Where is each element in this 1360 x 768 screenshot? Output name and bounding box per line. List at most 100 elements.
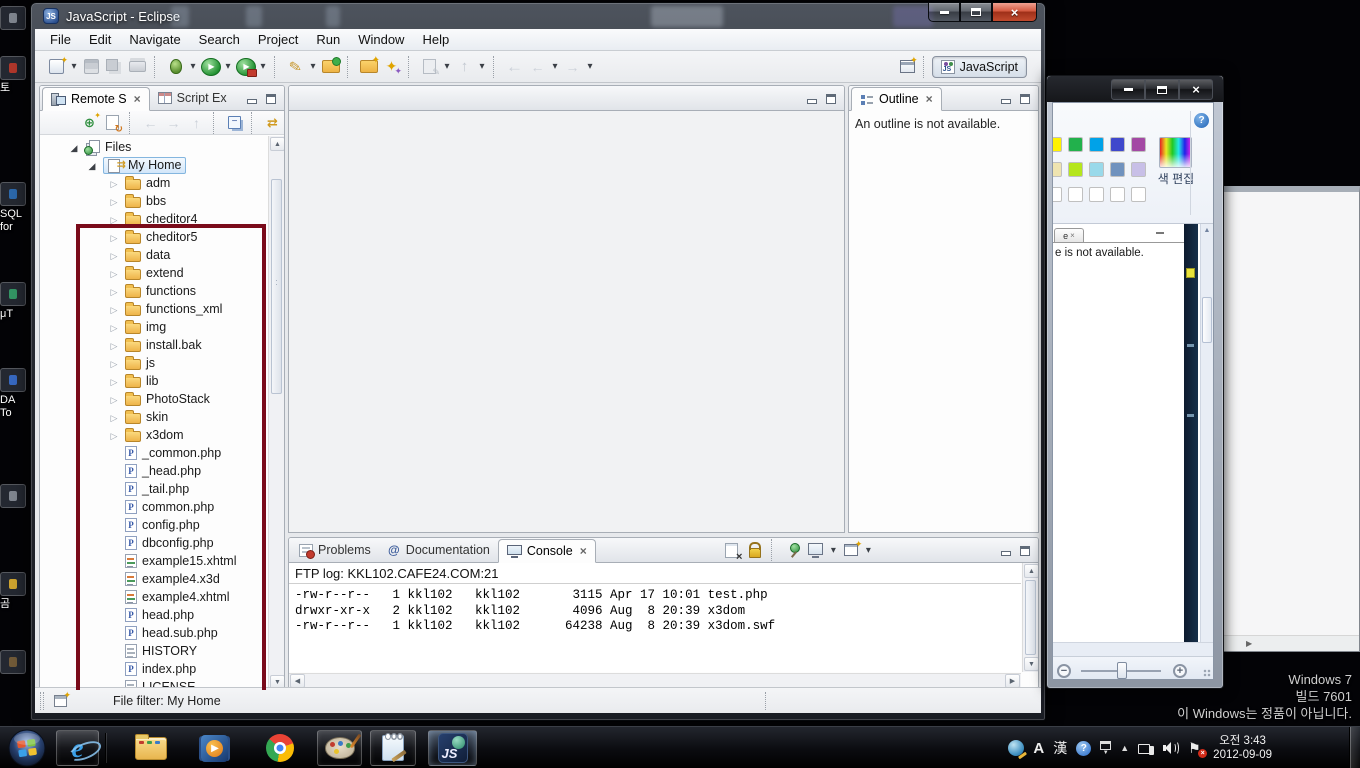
view-menu-button[interactable] <box>284 111 285 135</box>
dropdown-caret[interactable] <box>222 55 234 79</box>
tree-folder-row[interactable]: cheditor4 <box>40 210 284 228</box>
dropdown-caret[interactable] <box>187 55 199 79</box>
save-button[interactable] <box>80 55 103 79</box>
link-editor-button[interactable] <box>261 111 284 135</box>
back-history-button[interactable] <box>526 55 549 79</box>
empty-color-swatch[interactable] <box>1053 187 1062 202</box>
collapse-all-button[interactable] <box>223 111 246 135</box>
tree-vertical-scrollbar[interactable]: ▲ ▼ <box>268 136 284 690</box>
close-tab-icon[interactable]: × <box>926 93 933 105</box>
menu-item[interactable]: Search <box>190 30 249 49</box>
scroll-up-icon[interactable]: ▲ <box>1201 224 1213 237</box>
minimize-view-button[interactable] <box>999 545 1013 557</box>
dropdown-caret[interactable] <box>307 55 319 79</box>
taskbar-media-player[interactable] <box>194 730 234 766</box>
editor-empty-content[interactable] <box>289 111 844 532</box>
empty-color-swatch[interactable] <box>1089 187 1104 202</box>
taskbar-chrome[interactable] <box>260 730 300 766</box>
menu-item[interactable]: Navigate <box>120 30 189 49</box>
desktop-icon[interactable]: 곰 <box>0 572 30 611</box>
color-swatch[interactable] <box>1110 137 1125 152</box>
maximize-view-button[interactable] <box>264 93 278 105</box>
expander-icon[interactable] <box>108 284 120 298</box>
paint-titlebar[interactable]: × <box>1047 76 1223 102</box>
tree-file-row[interactable]: _tail.php <box>40 480 284 498</box>
up-button[interactable] <box>185 111 208 135</box>
minimize-view-button[interactable] <box>805 93 819 105</box>
maximize-view-button[interactable] <box>824 93 838 105</box>
tree-file-row[interactable]: example15.xhtml <box>40 552 284 570</box>
expander-icon[interactable] <box>108 374 120 388</box>
close-button[interactable]: × <box>992 3 1037 22</box>
back-arrow-button[interactable] <box>503 55 526 79</box>
expander-icon[interactable] <box>108 194 120 208</box>
dropdown-caret[interactable] <box>476 55 488 79</box>
color-swatch[interactable] <box>1053 162 1062 177</box>
eclipse-titlebar[interactable]: JS JavaScript - Eclipse × <box>31 3 1045 29</box>
tree-folder-row[interactable]: extend <box>40 264 284 282</box>
new-connection-button[interactable] <box>78 111 101 135</box>
taskbar-explorer[interactable] <box>130 730 172 766</box>
refresh-button[interactable] <box>101 111 124 135</box>
zoom-in-button[interactable]: + <box>1173 664 1187 678</box>
desktop-icon[interactable] <box>0 650 30 676</box>
color-swatch[interactable] <box>1068 137 1083 152</box>
ime-toolbar-icon[interactable]: ▼ <box>1100 740 1112 756</box>
volume-icon[interactable] <box>1163 741 1180 755</box>
resize-grip[interactable] <box>1203 669 1211 677</box>
taskbar-notepad[interactable] <box>370 730 416 766</box>
close-button[interactable]: × <box>1179 79 1213 100</box>
tree-row-files-root[interactable]: Files <box>40 138 284 156</box>
color-swatch[interactable] <box>1068 162 1083 177</box>
run-external-button[interactable] <box>234 55 257 79</box>
expander-icon[interactable] <box>108 320 120 334</box>
close-tab-icon[interactable]: × <box>134 93 141 105</box>
tray-clock[interactable]: 오전 3:43 2012-09-09 <box>1213 734 1272 762</box>
last-edit-location-button[interactable] <box>418 55 441 79</box>
minimize-view-button[interactable] <box>245 93 259 105</box>
forward-history-button[interactable] <box>561 55 584 79</box>
tree-folder-row[interactable]: js <box>40 354 284 372</box>
selected-tree-item[interactable]: My Home <box>103 156 187 174</box>
expander-icon[interactable] <box>108 266 120 280</box>
expander-icon[interactable] <box>108 230 120 244</box>
scroll-down-icon[interactable]: ▼ <box>1024 657 1038 671</box>
tree-folder-row[interactable]: lib <box>40 372 284 390</box>
tree-folder-row[interactable]: x3dom <box>40 426 284 444</box>
desktop-icon[interactable] <box>0 6 30 32</box>
expander-icon[interactable] <box>108 356 120 370</box>
zoom-slider-thumb[interactable] <box>1117 662 1127 679</box>
scroll-up-icon[interactable]: ▲ <box>1024 564 1038 578</box>
scroll-lock-button[interactable] <box>743 538 766 562</box>
scroll-right-icon[interactable]: ▶ <box>1246 639 1252 648</box>
tree-folder-row[interactable]: install.bak <box>40 336 284 354</box>
new-folder-wizard-button[interactable] <box>357 55 380 79</box>
close-tab-icon[interactable]: × <box>580 545 587 557</box>
ime-help-icon[interactable]: ? <box>1076 740 1092 756</box>
new-wizard-button[interactable] <box>45 55 68 79</box>
menu-item[interactable]: Project <box>249 30 307 49</box>
debug-button[interactable] <box>164 55 187 79</box>
tree-folder-row[interactable]: functions <box>40 282 284 300</box>
tree-row-my-home[interactable]: My Home <box>40 156 284 174</box>
dropdown-caret[interactable] <box>862 538 874 562</box>
tree-file-row[interactable]: HISTORY <box>40 642 284 660</box>
action-center-icon[interactable]: ⚑ × <box>1188 740 1208 758</box>
ime-language-icon[interactable] <box>1008 740 1025 756</box>
minimize-button[interactable] <box>1111 79 1145 100</box>
forward-button[interactable] <box>162 111 185 135</box>
tree-folder-row[interactable]: skin <box>40 408 284 426</box>
expander-icon[interactable] <box>108 302 120 316</box>
start-button[interactable] <box>6 728 48 768</box>
desktop-icon[interactable]: SQL for <box>0 182 30 234</box>
color-swatch[interactable] <box>1089 162 1104 177</box>
up-navigation-button[interactable] <box>453 55 476 79</box>
save-all-button[interactable] <box>103 55 126 79</box>
search-button[interactable] <box>284 55 307 79</box>
clear-console-button[interactable] <box>720 538 743 563</box>
scroll-up-icon[interactable]: ▲ <box>270 137 284 151</box>
color-swatch[interactable] <box>1089 137 1104 152</box>
show-desktop-button[interactable] <box>1349 727 1360 768</box>
ime-mode-a[interactable]: A <box>1033 740 1044 757</box>
minimize-view-button[interactable] <box>999 93 1013 105</box>
